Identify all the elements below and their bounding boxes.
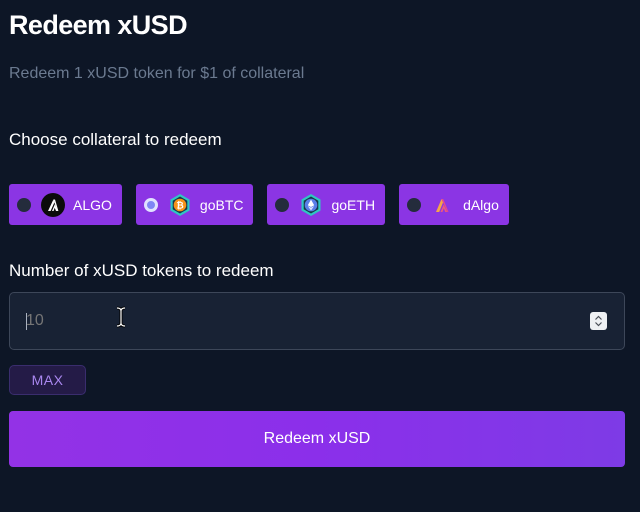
goeth-logo-icon (299, 193, 323, 217)
page-subtitle: Redeem 1 xUSD token for $1 of collateral (9, 65, 305, 82)
ibeam-cursor-icon (115, 306, 127, 328)
redeem-button[interactable]: Redeem xUSD (9, 411, 625, 467)
collateral-option-goeth[interactable]: goETH (267, 184, 386, 225)
amount-field (9, 292, 625, 350)
svg-text:₿: ₿ (176, 200, 183, 210)
redeem-page: Redeem xUSD Redeem 1 xUSD token for $1 o… (0, 0, 640, 512)
collateral-option-label: goETH (331, 196, 376, 213)
dalgo-logo-icon (431, 193, 455, 217)
radio-goeth[interactable] (275, 197, 290, 212)
collateral-option-label: goBTC (199, 196, 244, 213)
amount-label: Number of xUSD tokens to redeem (9, 261, 274, 280)
text-caret (26, 313, 27, 330)
collateral-label: Choose collateral to redeem (9, 130, 222, 149)
collateral-option-dalgo[interactable]: dAlgo (399, 184, 509, 225)
radio-algo[interactable] (17, 197, 31, 212)
collateral-option-algo[interactable]: ALGO (9, 184, 122, 225)
max-button[interactable]: MAX (9, 365, 86, 395)
algorand-logo-icon (41, 192, 65, 217)
radio-gobtc[interactable] (143, 197, 158, 212)
amount-input[interactable] (26, 310, 566, 332)
radio-dalgo[interactable] (407, 197, 422, 212)
number-stepper[interactable] (590, 312, 607, 330)
collateral-option-gobtc[interactable]: ₿ goBTC (135, 184, 254, 225)
gobtc-logo-icon: ₿ (168, 193, 192, 217)
collateral-option-label: dAlgo (463, 196, 499, 213)
collateral-option-label: ALGO (73, 196, 112, 213)
collateral-options: ALGO ₿ goBTC goETH dAlgo (9, 184, 509, 225)
page-title: Redeem xUSD (9, 10, 188, 40)
